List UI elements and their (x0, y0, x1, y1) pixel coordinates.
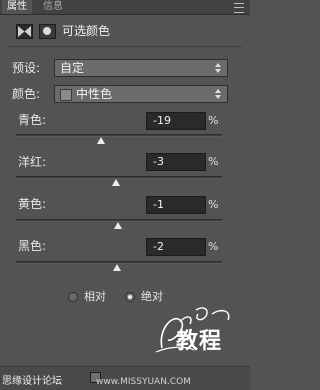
footer-site-url: www.MISSYUAN.COM (96, 377, 191, 387)
layer-mask-icon[interactable] (39, 24, 56, 39)
select-arrows-icon (215, 89, 221, 99)
cyan-slider-track[interactable] (16, 134, 222, 137)
yellow-label: 黄色: (18, 197, 47, 211)
colors-value: 中性色 (76, 87, 113, 101)
header-divider (8, 46, 242, 47)
footer-site-name: 思缘设计论坛 (2, 376, 62, 387)
yellow-input[interactable]: -1 (146, 196, 206, 214)
yellow-slider-thumb[interactable] (113, 222, 122, 229)
yellow-percent-sign: % (208, 198, 219, 211)
tab-properties[interactable]: 属性 (2, 0, 32, 14)
magenta-percent-sign: % (208, 155, 219, 168)
watermark-text: 教程 (176, 329, 223, 354)
relative-radio[interactable] (68, 292, 78, 302)
tab-info[interactable]: 信息 (38, 0, 68, 14)
preset-select[interactable]: 自定 (54, 59, 228, 77)
preset-label: 预设: (12, 61, 41, 75)
black-label: 黑色: (18, 239, 47, 253)
panel-tab-bar: 属性 信息 (0, 0, 250, 15)
cyan-percent-sign: % (208, 114, 219, 127)
adjustment-layer-icon[interactable] (16, 24, 33, 39)
magenta-slider-thumb[interactable] (111, 179, 120, 186)
magenta-label: 洋红: (18, 155, 47, 169)
cyan-input[interactable]: -19 (146, 112, 206, 130)
black-input[interactable]: -2 (146, 238, 206, 256)
relative-label: 相对 (84, 290, 106, 303)
black-percent-sign: % (208, 240, 219, 253)
cyan-label: 青色: (18, 113, 47, 127)
cyan-slider-thumb[interactable] (97, 137, 106, 144)
preset-value: 自定 (60, 61, 85, 75)
select-arrows-icon (215, 63, 221, 73)
magenta-input[interactable]: -3 (146, 153, 206, 171)
panel-menu-icon[interactable] (234, 3, 244, 13)
black-slider-thumb[interactable] (112, 264, 121, 271)
colors-label: 颜色: (12, 87, 41, 101)
color-swatch (60, 89, 72, 101)
colors-select[interactable]: 中性色 (54, 85, 228, 103)
absolute-radio[interactable] (125, 292, 135, 302)
panel-title: 可选颜色 (62, 24, 111, 38)
